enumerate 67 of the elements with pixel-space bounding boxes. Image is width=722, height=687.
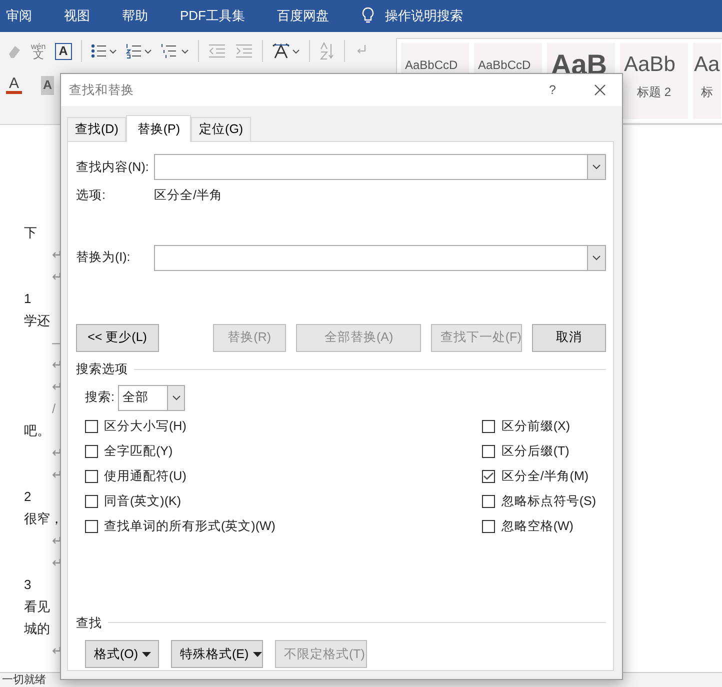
dialog-tab[interactable]: 替换(P) [126, 115, 192, 142]
document-text: 学还 [24, 312, 50, 330]
checkbox[interactable] [482, 470, 496, 482]
checkbox-label: 区分全/半角(M) [501, 468, 589, 485]
checkbox[interactable] [482, 420, 496, 432]
document-text: 下 [24, 224, 37, 242]
document-text: 1 [24, 290, 32, 308]
ribbon-tab[interactable]: 审阅 [6, 6, 44, 26]
checkbox[interactable] [85, 444, 98, 458]
checkbox-label: 区分前缀(X) [501, 418, 570, 435]
tell-me-search[interactable]: 操作说明搜索 [385, 6, 463, 26]
checkbox-label: 查找单词的所有形式(英文)(W) [104, 518, 276, 535]
dialog-button[interactable]: << 更少(L) [76, 324, 159, 352]
document-text: 很窄， [24, 510, 63, 528]
replace-input-field[interactable] [154, 244, 606, 271]
group-title: 搜索选项 [76, 360, 128, 378]
paragraph-mark: / [52, 400, 56, 418]
checkbox[interactable] [482, 520, 496, 532]
dialog-button[interactable]: 取消 [532, 324, 606, 352]
options-value: 区分全/半角 [154, 187, 222, 204]
multilevel-list-icon[interactable] [160, 43, 189, 59]
group-title: 查找 [76, 614, 102, 632]
checkbox[interactable] [482, 444, 496, 458]
document-text: 看见 [24, 598, 50, 616]
document-text: 2 [24, 488, 32, 506]
checkbox-label: 忽略空格(W) [501, 518, 574, 535]
checkbox[interactable] [482, 494, 496, 508]
document-text: 3 [24, 576, 32, 594]
replace-label: 替换为(I): [76, 249, 132, 266]
phonetic-guide-icon[interactable]: wén 文 [31, 42, 46, 60]
checkbox-label: 忽略标点符号(S) [501, 492, 596, 510]
dialog-tab[interactable]: 查找(D) [67, 117, 126, 141]
numbered-list-icon[interactable] [126, 43, 152, 59]
character-shading-icon[interactable]: A [41, 76, 54, 95]
format-button[interactable]: 特殊格式(E) [171, 640, 263, 668]
find-label: 查找内容(N): [76, 158, 150, 176]
format-button[interactable]: 格式(O) [85, 640, 159, 668]
checkbox[interactable] [85, 520, 98, 532]
document-text: 城的 [24, 620, 50, 638]
ribbon-tab[interactable]: 视图 [64, 6, 102, 26]
checkbox-label: 同音(英文)(K) [104, 492, 181, 510]
bullet-list-icon[interactable] [90, 43, 117, 59]
checkbox[interactable] [85, 420, 98, 432]
find-input-field[interactable] [154, 154, 606, 180]
dialog-tab[interactable]: 定位(G) [191, 117, 252, 141]
style-preset[interactable]: AaBb 标题 2 [620, 43, 688, 119]
options-label: 选项: [76, 187, 106, 204]
checkbox[interactable] [85, 470, 98, 482]
status-text: 一切就绪 [2, 674, 46, 686]
search-label: 搜索: [85, 389, 114, 406]
text-direction-icon[interactable] [272, 42, 300, 60]
search-direction-select[interactable]: 全部 [118, 384, 186, 410]
style-preset[interactable]: Aa 标 [693, 43, 721, 119]
ribbon-tab[interactable]: 百度网盘 [277, 6, 341, 26]
ribbon-tab[interactable]: PDF工具集 [180, 6, 257, 26]
lightbulb-icon[interactable] [361, 7, 375, 25]
help-button[interactable]: ? [549, 80, 556, 100]
checkbox[interactable] [85, 494, 98, 508]
close-icon[interactable] [594, 84, 606, 96]
checkbox-label: 区分后缀(T) [501, 442, 570, 460]
character-border-icon[interactable]: A [54, 42, 72, 60]
dialog-title: 查找和替换 [69, 82, 134, 99]
checkbox-label: 全字匹配(Y) [104, 442, 173, 460]
checkbox-label: 区分大小写(H) [104, 418, 186, 435]
document-text: 吧。 [24, 422, 50, 440]
checkbox-label: 使用通配符(U) [104, 468, 186, 485]
ribbon-tab[interactable]: 帮助 [122, 6, 160, 26]
